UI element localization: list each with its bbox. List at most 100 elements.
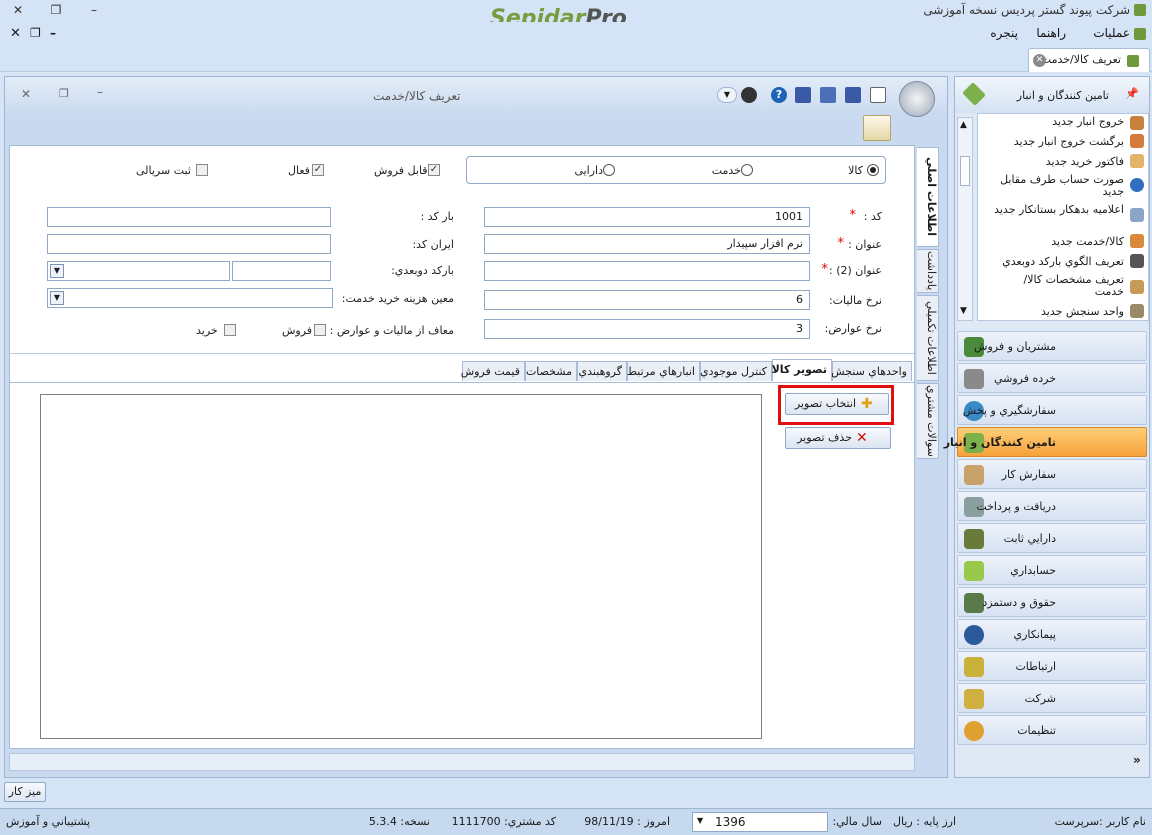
nav-orders-distribution-label: سفارشگيري و پخش xyxy=(962,404,1056,417)
nav-fixed-assets[interactable]: دارايي ثابت xyxy=(957,523,1147,553)
scroll-thumb[interactable] xyxy=(960,156,970,186)
subitem-statement[interactable]: صورت حساب طرف مقابل جديد xyxy=(994,174,1124,198)
subitem-new-item[interactable]: كالا/خدمت جديد xyxy=(1051,236,1124,248)
menu-operations[interactable]: عملیات xyxy=(1093,26,1130,40)
subitem-debit-credit[interactable]: اعلاميه بدهكار بستانكار جديد xyxy=(994,204,1124,216)
delete-image-button[interactable]: ✕ حذف تصوير xyxy=(785,427,891,449)
nav-company[interactable]: شركت xyxy=(957,683,1147,713)
select-image-button[interactable]: ✚ انتخاب تصوير xyxy=(785,393,889,415)
contracting-icon xyxy=(964,625,984,645)
code-field[interactable]: 1001 xyxy=(484,207,810,227)
nav-contracting[interactable]: پيمانكاري xyxy=(957,619,1147,649)
compass-icon[interactable] xyxy=(741,87,757,103)
window-restore-icon[interactable]: ❐ xyxy=(59,87,69,100)
menu-bar: ✕ ❐ – عملیات راهنما پنجره xyxy=(0,22,1152,46)
radio-goods[interactable] xyxy=(867,164,879,176)
menu-window[interactable]: پنجره xyxy=(990,26,1018,40)
side-tab-main-info[interactable]: اطلاعات اصلي xyxy=(917,147,939,247)
side-tab-extra-info[interactable]: اطلاعات تكميلي xyxy=(917,295,939,381)
help-icon[interactable]: ? xyxy=(771,87,787,103)
doc-tab-close-icon[interactable]: ✕ xyxy=(1033,54,1046,67)
close-doc-icon[interactable]: ✕ xyxy=(10,26,21,41)
save-icon[interactable] xyxy=(795,87,811,103)
radio-service[interactable] xyxy=(741,164,753,176)
iran-code-field[interactable] xyxy=(47,234,331,254)
exempt-sale-checkbox[interactable] xyxy=(314,324,326,336)
subitem-return-exit[interactable]: برگشت خروج انبار جديد xyxy=(1014,136,1124,148)
tab-sale-price[interactable]: قيمت فروش xyxy=(461,361,525,381)
barcode-field[interactable] xyxy=(47,207,331,227)
window-logo-icon xyxy=(899,81,935,117)
restore-app-icon[interactable]: ❐ xyxy=(48,2,64,18)
fiscal-year-select[interactable]: ▼ 1396 xyxy=(692,812,828,832)
menu-help[interactable]: راهنما xyxy=(1036,26,1066,40)
service-cost-dropdown-icon[interactable]: ▼ xyxy=(50,291,64,305)
nav-communications-label: ارتباطات xyxy=(1015,660,1056,673)
nav-retail[interactable]: خرده فروشي xyxy=(957,363,1147,393)
tab-related-warehouses[interactable]: انبارهاي مرتبط xyxy=(627,361,700,381)
nav-settings[interactable]: تنظيمات xyxy=(957,715,1147,745)
save-as-icon[interactable] xyxy=(820,87,836,103)
title-field[interactable]: نرم افزار سپیدار xyxy=(484,234,810,254)
doc-tab-item-definition[interactable]: تعريف كالا/خدمت ✕ xyxy=(1028,48,1150,72)
serial-checkbox[interactable] xyxy=(196,164,208,176)
expand-chevron-icon[interactable]: » xyxy=(1133,753,1141,767)
tab-grouping[interactable]: گروهبندي xyxy=(577,361,627,381)
tab-item-image[interactable]: تصوير كالا xyxy=(772,359,832,381)
nav-fixed-assets-label: دارايي ثابت xyxy=(1003,532,1056,545)
subitems-scrollbar[interactable]: ▲ ▼ xyxy=(957,117,973,321)
subitem-item-spec[interactable]: تعريف مشخصات كالا/خدمت xyxy=(1014,274,1125,298)
new-doc-icon[interactable] xyxy=(870,87,886,103)
radio-asset[interactable] xyxy=(603,164,615,176)
pin-icon[interactable]: 📌 xyxy=(1125,87,1139,100)
subitem-new-unit[interactable]: واحد سنجش جديد xyxy=(1041,306,1124,318)
tab-specifications[interactable]: مشخصات xyxy=(525,361,577,381)
scroll-up-icon[interactable]: ▲ xyxy=(960,120,967,130)
fiscal-year-dropdown-icon[interactable]: ▼ xyxy=(697,816,703,825)
save-close-icon[interactable] xyxy=(845,87,861,103)
saleable-checkbox[interactable]: ✓ xyxy=(428,164,440,176)
title2-field[interactable] xyxy=(484,261,810,281)
retail-cart-icon xyxy=(964,369,984,389)
nav-suppliers-warehouse[interactable]: تامين كنندگان و انبار xyxy=(944,427,1147,457)
item-picture-icon[interactable] xyxy=(863,115,891,141)
subitem-new-exit[interactable]: خروج انبار جديد xyxy=(1052,116,1124,128)
active-checkbox[interactable]: ✓ xyxy=(312,164,324,176)
nav-payroll[interactable]: حقوق و دستمزد xyxy=(957,587,1147,617)
desk-button[interactable]: ميز كار xyxy=(4,782,46,802)
definition-window: ✕ ❐ – تعريف كالا/خدمت ▼ ? كالا خدمت دارا… xyxy=(4,76,948,778)
exempt-purchase-checkbox[interactable] xyxy=(224,324,236,336)
nav-accounting[interactable]: حسابداري xyxy=(957,555,1147,585)
horizontal-scrollbar[interactable] xyxy=(9,753,915,771)
nav-orders-distribution[interactable]: سفارشگيري و پخش xyxy=(957,395,1147,425)
secondary-barcode-dropdown-icon[interactable]: ▼ xyxy=(50,264,64,278)
nav-payroll-label: حقوق و دستمزد xyxy=(982,596,1056,609)
secondary-barcode-select[interactable]: ▼ xyxy=(47,261,230,281)
nav-work-order[interactable]: سفارش كار xyxy=(957,459,1147,489)
restore-doc-icon[interactable]: ❐ xyxy=(30,26,41,40)
close-app-icon[interactable]: ✕ xyxy=(10,2,26,18)
splitter[interactable] xyxy=(10,353,914,354)
nav-communications[interactable]: ارتباطات xyxy=(957,651,1147,681)
minimize-doc-icon[interactable]: – xyxy=(50,26,56,40)
minimize-app-icon[interactable]: – xyxy=(86,2,102,18)
nav-receive-pay[interactable]: دريافت و پرداخت xyxy=(957,491,1147,521)
scroll-down-icon[interactable]: ▼ xyxy=(960,306,967,316)
side-tab-notes[interactable]: يادداشت xyxy=(917,249,939,293)
duty-rate-field[interactable]: 3 xyxy=(484,319,810,339)
toolbar-dropdown-icon[interactable]: ▼ xyxy=(717,87,737,103)
exempt-sale-label: فروش xyxy=(282,324,313,337)
secondary-barcode-text[interactable] xyxy=(232,261,331,281)
subitem-purchase-invoice[interactable]: فاكتور خريد جديد xyxy=(1046,156,1124,168)
nav-customers-sales[interactable]: مشتريان و فروش xyxy=(957,331,1147,361)
subitem-barcode-pattern[interactable]: تعريف الگوي باركد دوبعدي xyxy=(1002,256,1124,268)
status-support[interactable]: پشتيباني و آموزش xyxy=(6,815,90,828)
window-minimize-icon[interactable]: – xyxy=(97,85,103,99)
side-tab-customer-questions[interactable]: سوالات مشتري xyxy=(917,383,939,459)
tab-stock-control[interactable]: كنترل موجودي xyxy=(700,361,772,381)
window-close-icon[interactable]: ✕ xyxy=(21,87,31,101)
tab-units[interactable]: واحدهاي سنجش xyxy=(831,361,912,381)
tax-rate-field[interactable]: 6 xyxy=(484,290,810,310)
service-cost-select[interactable]: ▼ xyxy=(47,288,333,308)
saleable-label: قابل فروش xyxy=(374,164,428,177)
